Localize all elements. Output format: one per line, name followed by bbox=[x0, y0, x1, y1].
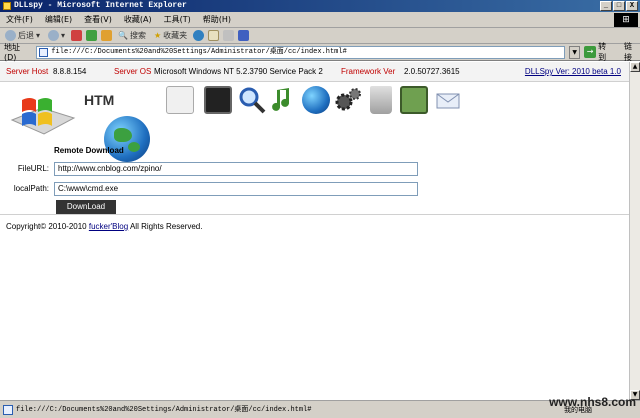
image-gallery-icon[interactable] bbox=[400, 86, 428, 114]
status-bar: file:///C:/Documents%20and%20Settings/Ad… bbox=[0, 395, 640, 418]
server-os-label: Server OS bbox=[114, 67, 152, 76]
form-title: Remote Download bbox=[54, 146, 124, 155]
window-titlebar: DLLspy - Microsoft Internet Explorer _ □… bbox=[0, 0, 640, 12]
mail-icon[interactable] bbox=[208, 30, 220, 41]
copyright-text: Copyright© 2010-2010 bbox=[6, 222, 87, 231]
menu-tools[interactable]: 工具(T) bbox=[164, 14, 191, 25]
forward-button[interactable]: ▾ bbox=[46, 29, 67, 43]
maximize-button[interactable]: □ bbox=[613, 1, 625, 11]
fileurl-input[interactable]: http://www.cnblog.com/zpino/ bbox=[54, 162, 418, 176]
address-input[interactable]: file:///C:/Documents%20and%20Settings/Ad… bbox=[36, 45, 566, 59]
gears-icon[interactable] bbox=[334, 86, 362, 114]
print-icon[interactable] bbox=[223, 30, 235, 41]
minimize-button[interactable]: _ bbox=[600, 1, 612, 11]
framework-label: Framework Ver bbox=[341, 67, 396, 76]
menu-edit[interactable]: 编辑(E) bbox=[45, 14, 72, 25]
back-label: 后退 bbox=[18, 31, 34, 40]
magnifier-icon[interactable] bbox=[238, 86, 266, 114]
address-dropdown-button[interactable]: ▼ bbox=[569, 45, 581, 59]
fileurl-label: FileURL: bbox=[17, 164, 49, 173]
localpath-row: localPath: C:\www\cmd.exe bbox=[0, 182, 629, 196]
server-os-value: Microsoft Windows NT 5.2.3790 Service Pa… bbox=[154, 67, 323, 76]
footer: Copyright© 2010-2010 fucker'Blog All Rig… bbox=[6, 222, 202, 231]
window-controls: _ □ X bbox=[600, 1, 638, 11]
htm-logo: HTM bbox=[84, 92, 115, 108]
recycle-bin-icon[interactable] bbox=[370, 86, 392, 114]
menu-view[interactable]: 查看(V) bbox=[84, 14, 112, 25]
favorites-button[interactable]: ★ 收藏夹 bbox=[152, 29, 189, 43]
localpath-label: localPath: bbox=[13, 184, 49, 193]
rights-text: All Rights Reserved. bbox=[129, 222, 203, 231]
chevron-down-icon: ▾ bbox=[36, 31, 41, 40]
blog-link[interactable]: fucker'Blog bbox=[89, 222, 128, 231]
address-url: file:///C:/Documents%20and%20Settings/Ad… bbox=[51, 47, 347, 56]
windows-logo-icon bbox=[8, 90, 78, 138]
earth-globe-icon[interactable] bbox=[302, 86, 330, 114]
back-arrow-icon bbox=[5, 30, 16, 41]
go-label: 转到 bbox=[598, 42, 607, 62]
localpath-input[interactable]: C:\www\cmd.exe bbox=[54, 182, 418, 196]
menu-help[interactable]: 帮助(H) bbox=[203, 14, 231, 25]
links-label[interactable]: 链接 bbox=[624, 41, 640, 63]
page-content: Server Host 8.8.8.154 Server OS Microsof… bbox=[0, 62, 629, 400]
close-button[interactable]: X bbox=[626, 1, 638, 11]
search-label: 搜索 bbox=[130, 31, 146, 40]
server-host-label: Server Host bbox=[6, 67, 49, 76]
go-button[interactable]: → 转到 bbox=[584, 41, 614, 63]
address-label: 地址(D) bbox=[4, 43, 20, 62]
home-icon[interactable] bbox=[101, 30, 113, 41]
media-icon[interactable] bbox=[193, 30, 205, 41]
menu-bar: 文件(F) 编辑(E) 查看(V) 收藏(A) 工具(T) 帮助(H) ⊞ bbox=[0, 12, 640, 28]
status-url: file:///C:/Documents%20and%20Settings/Ad… bbox=[16, 406, 312, 414]
framework-value: 2.0.50727.3615 bbox=[404, 67, 460, 76]
window-title: DLLspy - Microsoft Internet Explorer bbox=[14, 1, 187, 10]
scroll-up-button[interactable]: ▲ bbox=[630, 62, 640, 72]
tool-icons-row: HTM bbox=[0, 82, 629, 162]
ie-icon bbox=[3, 2, 11, 10]
server-info-bar: Server Host 8.8.8.154 Server OS Microsof… bbox=[0, 62, 629, 82]
version-link[interactable]: DLLSpy Ver: 2010 beta 1.0 bbox=[525, 62, 621, 82]
document-icon[interactable] bbox=[166, 86, 194, 114]
vertical-scrollbar[interactable]: ▲ ▼ bbox=[629, 62, 640, 400]
forward-arrow-icon bbox=[48, 30, 60, 41]
globe-icon bbox=[104, 116, 150, 162]
server-host-value: 8.8.8.154 bbox=[53, 67, 87, 76]
windows-flag-icon: ⊞ bbox=[614, 13, 638, 27]
search-icon: 🔍 bbox=[118, 31, 128, 40]
menu-file[interactable]: 文件(F) bbox=[6, 14, 33, 25]
music-note-icon[interactable] bbox=[270, 86, 298, 114]
mail-send-icon[interactable] bbox=[434, 86, 462, 114]
edit-icon[interactable] bbox=[238, 30, 250, 41]
refresh-icon[interactable] bbox=[86, 30, 98, 41]
fileurl-row: FileURL: http://www.cnblog.com/zpino/ bbox=[0, 162, 629, 176]
download-button[interactable]: DownLoad bbox=[56, 200, 116, 214]
star-icon: ★ bbox=[154, 31, 162, 40]
page-icon bbox=[39, 47, 49, 57]
cmd-console-icon[interactable] bbox=[204, 86, 232, 114]
footer-divider bbox=[0, 214, 629, 215]
page-status-icon bbox=[3, 405, 13, 415]
stop-icon[interactable] bbox=[71, 30, 83, 41]
toolbar: 后退 ▾ ▾ 🔍 搜索 ★ 收藏夹 bbox=[0, 28, 640, 44]
menu-favorites[interactable]: 收藏(A) bbox=[124, 14, 152, 25]
back-button[interactable]: 后退 ▾ bbox=[3, 29, 42, 43]
address-bar: 地址(D) file:///C:/Documents%20and%20Setti… bbox=[0, 41, 640, 63]
chevron-down-icon: ▾ bbox=[61, 31, 66, 40]
search-button[interactable]: 🔍 搜索 bbox=[116, 29, 148, 43]
favorites-label: 收藏夹 bbox=[163, 31, 188, 40]
go-arrow-icon: → bbox=[584, 46, 597, 58]
watermark: www.nhs8.com bbox=[549, 395, 636, 409]
